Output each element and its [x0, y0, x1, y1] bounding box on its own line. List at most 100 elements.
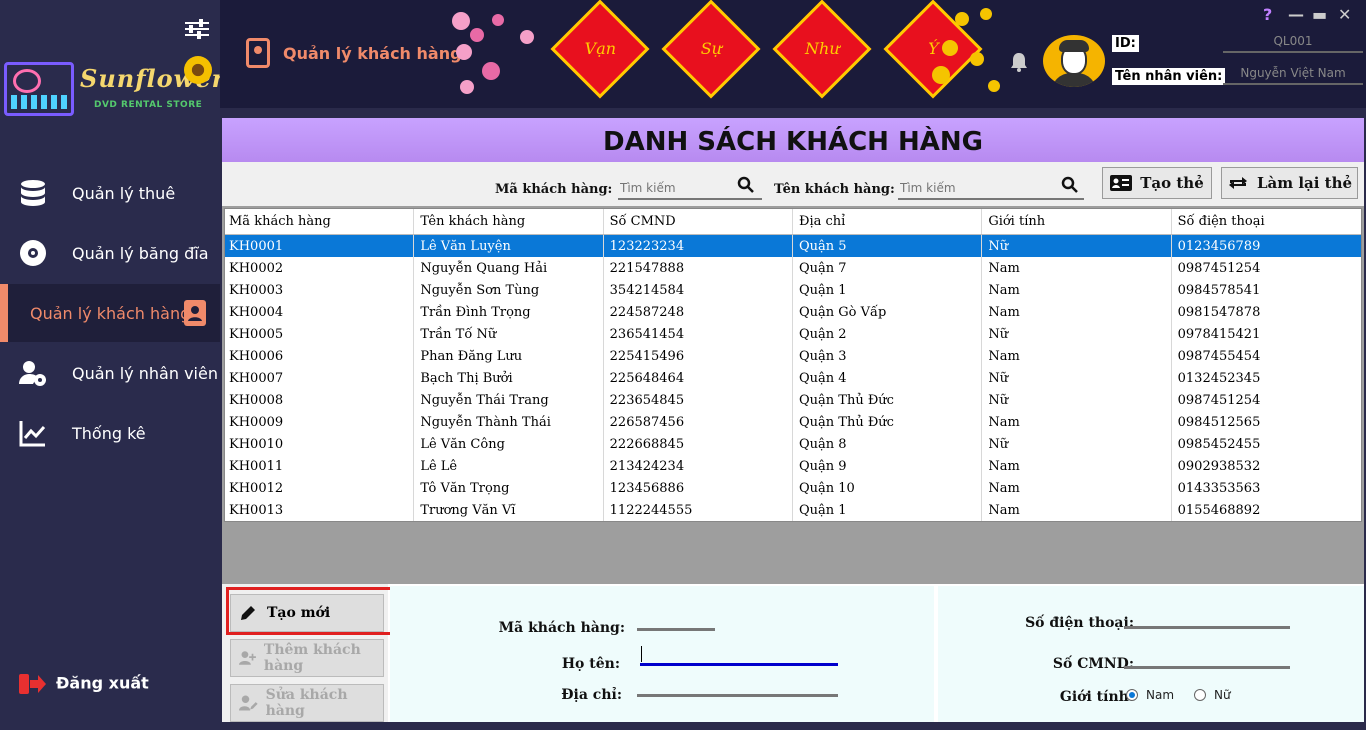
column-header[interactable]: Địa chỉ [793, 209, 983, 234]
gender-male-radio[interactable]: Nam [1126, 688, 1174, 702]
table-cell: 213424234 [604, 455, 793, 477]
active-indicator [0, 284, 8, 342]
table-cell: 224587248 [604, 301, 793, 323]
gender-female-radio[interactable]: Nữ [1194, 688, 1231, 702]
table-cell: 221547888 [604, 257, 793, 279]
address-field[interactable] [637, 694, 838, 697]
customer-table: Mã khách hàng Tên khách hàng Số CMND Địa ch… [224, 208, 1362, 522]
create-card-button[interactable]: Tạo thẻ [1102, 167, 1212, 199]
staff-name-value: Nguyễn Việt Nam [1223, 66, 1363, 85]
table-cell: Lê Văn Công [414, 433, 604, 455]
table-cell: Quận 2 [793, 323, 983, 345]
sidebar-item-staff[interactable]: Quản lý nhân viên [0, 344, 220, 402]
table-row[interactable]: KH0011 Lê Lê 213424234 Quận 9 Nam 0902938532 [225, 455, 1361, 477]
logout-button[interactable]: Đăng xuất [18, 672, 149, 696]
table-cell: 0987451254 [1177, 392, 1261, 408]
phone-label: Số điện thoại: [1025, 615, 1134, 631]
name-field[interactable] [640, 663, 838, 666]
table-cell: Quận 9 [793, 455, 983, 477]
sidebar-item-statistics[interactable]: Thống kê [0, 404, 220, 462]
customer-form-left: Mã khách hàng: Họ tên: Địa chỉ: [390, 586, 934, 722]
search-bar: Mã khách hàng: Tên khách hàng: Tạo thẻ L… [222, 162, 1364, 206]
greeting-text: Như [805, 39, 840, 59]
table-cell: Nam [982, 411, 1172, 433]
table-row[interactable]: KH0010 Lê Văn Công 222668845 Quận 8 Nữ 098545… [225, 433, 1361, 455]
table-cell: Nguyễn Thành Thái [414, 411, 604, 433]
table-cell: Nữ [982, 323, 1172, 345]
phone-field[interactable] [1124, 626, 1290, 629]
table-cell: 123456886 [604, 477, 793, 499]
header: Quản lý khách hàng Vạn Sự Như Ý ID: QL00… [220, 0, 1366, 108]
table-cell: Lê Văn Luyện [414, 235, 604, 257]
greeting-card: Sự [661, 0, 761, 99]
customer-code-field[interactable] [637, 628, 715, 631]
avatar [1043, 35, 1105, 87]
table-cell: 0985452455 [1177, 436, 1261, 452]
settings-sliders-icon[interactable] [185, 18, 209, 40]
table-cell: KH0009 [225, 411, 415, 433]
edit-area: Tạo mới Thêm khách hàng Sửa khách hàng M… [222, 584, 1364, 722]
bell-icon[interactable] [1010, 52, 1028, 72]
column-header[interactable]: Số điện thoại [1172, 209, 1361, 234]
table-row[interactable]: KH0005 Trần Tố Nữ 236541454 Quận 2 Nữ 0978415… [225, 323, 1361, 345]
table-cell: KH0013 [225, 499, 415, 521]
table-row[interactable]: KH0001 Lê Văn Luyện 123223234 Quận 5 Nữ 01234… [225, 235, 1361, 257]
table-cell: 0132452345 [1177, 370, 1261, 386]
logout-icon [19, 674, 46, 694]
chart-icon [19, 421, 46, 447]
column-header[interactable]: Số CMND [604, 209, 793, 234]
search-icon[interactable] [1061, 176, 1079, 194]
search-code-label: Mã khách hàng: [495, 182, 613, 197]
column-header[interactable]: Mã khách hàng [225, 209, 415, 234]
table-cell: 354214584 [604, 279, 793, 301]
table-cell: KH0003 [225, 279, 415, 301]
table-row[interactable]: KH0002 Nguyễn Quang Hải 221547888 Quận 7 Nam… [225, 257, 1361, 279]
repeat-icon [1228, 177, 1247, 189]
table-cell: KH0004 [225, 301, 415, 323]
column-header[interactable]: Tên khách hàng [414, 209, 604, 234]
sidebar-item-rentals[interactable]: Quản lý thuê [0, 164, 220, 222]
table-cell: Quận 1 [793, 499, 983, 521]
table-cell: KH0012 [225, 477, 415, 499]
table-cell: 225415496 [604, 345, 793, 367]
add-customer-button[interactable]: Thêm khách hàng [230, 639, 384, 677]
table-row[interactable]: KH0013 Trương Văn Vĩ 1122244555 Quận 1 Nam 01… [225, 499, 1361, 521]
list-title: DANH SÁCH KHÁCH HÀNG [222, 118, 1364, 162]
table-cell: Quận 3 [793, 345, 983, 367]
table-row[interactable]: KH0004 Trần Đình Trọng 224587248 Quận Gò Vấ… [225, 301, 1361, 323]
id-label: ID: [1112, 35, 1139, 52]
search-name-input[interactable] [898, 178, 1084, 200]
page-title: Quản lý khách hàng [283, 44, 462, 63]
action-buttons: Tạo mới Thêm khách hàng Sửa khách hàng [222, 584, 394, 722]
table-row[interactable]: KH0008 Nguyễn Thái Trang 223654845 Quận Thủ… [225, 389, 1361, 411]
table-cell: 236541454 [604, 323, 793, 345]
table-cell: 0987451254 [1177, 260, 1261, 276]
maximize-button[interactable]: ▬ [1312, 5, 1327, 24]
table-cell: 222668845 [604, 433, 793, 455]
sidebar-item-customers[interactable]: Quản lý khách hàng [0, 284, 220, 342]
sidebar-item-label: Quản lý nhân viên [72, 363, 218, 383]
minimize-button[interactable]: — [1288, 5, 1304, 24]
brand-subtitle: DVD RENTAL STORE [94, 100, 203, 110]
cmnd-field[interactable] [1124, 666, 1290, 669]
create-card-label: Tạo thẻ [1140, 174, 1204, 192]
table-row[interactable]: KH0007 Bạch Thị Bưởi 225648464 Quận 4 Nữ 0132… [225, 367, 1361, 389]
sidebar-item-discs[interactable]: Quản lý băng đĩa [0, 224, 220, 282]
table-cell: Trương Văn Vĩ [414, 499, 604, 521]
redo-card-button[interactable]: Làm lại thẻ [1221, 167, 1358, 199]
column-header[interactable]: Giới tính [982, 209, 1172, 234]
close-button[interactable]: ✕ [1338, 5, 1351, 24]
table-row[interactable]: KH0006 Phan Đăng Lưu 225415496 Quận 3 Nam 098… [225, 345, 1361, 367]
contacts-icon [246, 38, 270, 68]
table-row[interactable]: KH0009 Nguyễn Thành Thái 226587456 Quận Thủ… [225, 411, 1361, 433]
id-value: QL001 [1223, 34, 1363, 53]
help-button[interactable]: ? [1263, 5, 1272, 24]
table-cell: Quận 1 [793, 279, 983, 301]
search-name-label: Tên khách hàng: [774, 182, 895, 197]
user-edit-icon [239, 695, 258, 711]
edit-customer-button[interactable]: Sửa khách hàng [230, 684, 384, 722]
table-row[interactable]: KH0012 Tô Văn Trọng 123456886 Quận 10 Nam 014… [225, 477, 1361, 499]
search-icon[interactable] [737, 176, 755, 194]
table-row[interactable]: KH0003 Nguyễn Sơn Tùng 354214584 Quận 1 Nam 0… [225, 279, 1361, 301]
table-cell: 1122244555 [604, 499, 793, 521]
